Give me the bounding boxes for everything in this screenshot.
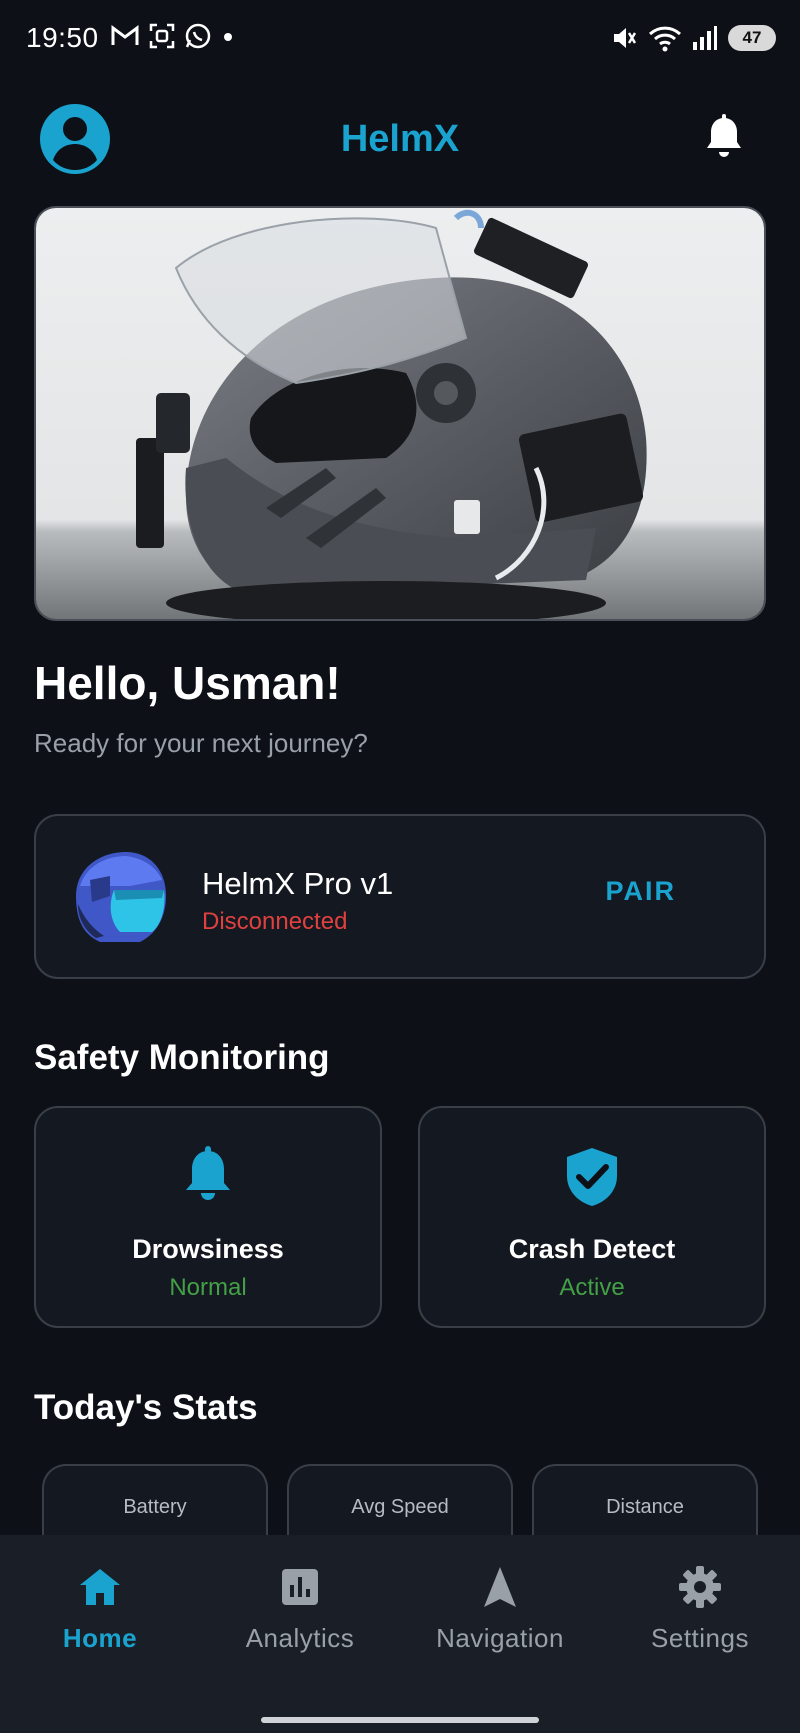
nav-navigation[interactable]: Navigation — [400, 1535, 600, 1685]
screenshot-icon — [149, 23, 175, 49]
nav-home[interactable]: Home — [0, 1535, 200, 1685]
greeting-subtitle: Ready for your next journey? — [34, 728, 368, 758]
notification-icons — [110, 22, 236, 50]
mute-icon — [614, 28, 637, 48]
pair-button[interactable]: PAIR — [605, 876, 676, 907]
bell-icon — [186, 1146, 230, 1200]
whatsapp-icon — [185, 23, 211, 49]
crash-detect-label: Crash Detect — [508, 1234, 676, 1264]
battery-indicator: 47 — [728, 25, 776, 51]
gmail-icon — [111, 25, 139, 45]
notifications-bell-icon[interactable] — [704, 114, 744, 160]
drowsiness-card[interactable]: Drowsiness Normal — [34, 1106, 382, 1328]
nav-analytics-label: Analytics — [245, 1623, 355, 1653]
nav-navigation-label: Navigation — [436, 1623, 564, 1653]
safety-section-title: Safety Monitoring — [34, 1038, 330, 1077]
nav-home-label: Home — [62, 1623, 138, 1653]
navigation-icon — [484, 1567, 516, 1607]
device-connection-status: Disconnected — [202, 908, 348, 935]
nav-settings[interactable]: Settings — [600, 1535, 800, 1685]
settings-icon — [679, 1566, 721, 1608]
device-name: HelmX Pro v1 — [202, 866, 394, 901]
gesture-home-indicator[interactable] — [261, 1717, 539, 1723]
status-time: 19:50 — [26, 22, 99, 53]
signal-icon — [693, 26, 717, 50]
wifi-icon — [648, 26, 682, 52]
app-title: HelmX — [340, 118, 460, 160]
hero-helmet-image — [34, 206, 766, 621]
greeting-title: Hello, Usman! — [34, 657, 341, 709]
avg-speed-stat-label: Avg Speed — [351, 1496, 449, 1518]
helmet-device-icon — [76, 852, 166, 942]
nav-analytics[interactable]: Analytics — [200, 1535, 400, 1685]
crash-detect-card[interactable]: Crash Detect Active — [418, 1106, 766, 1328]
drowsiness-label: Drowsiness — [132, 1234, 284, 1264]
shield-check-icon — [567, 1148, 617, 1206]
bottom-navigation: Home Analytics Navigation Settings — [0, 1535, 800, 1733]
drowsiness-value: Normal — [169, 1274, 247, 1301]
stats-section-title: Today's Stats — [34, 1388, 258, 1427]
device-card: HelmX Pro v1 Disconnected PAIR — [34, 814, 766, 979]
status-right: 47 — [610, 24, 776, 52]
home-icon — [80, 1569, 120, 1605]
nav-settings-label: Settings — [651, 1623, 749, 1653]
distance-stat-label: Distance — [606, 1496, 684, 1518]
status-bar: 19:50 47 — [0, 0, 800, 78]
app-header: HelmX — [0, 96, 800, 186]
battery-stat-label: Battery — [123, 1496, 187, 1518]
crash-detect-value: Active — [559, 1274, 625, 1301]
dot-icon — [224, 33, 232, 41]
analytics-icon — [282, 1569, 318, 1605]
